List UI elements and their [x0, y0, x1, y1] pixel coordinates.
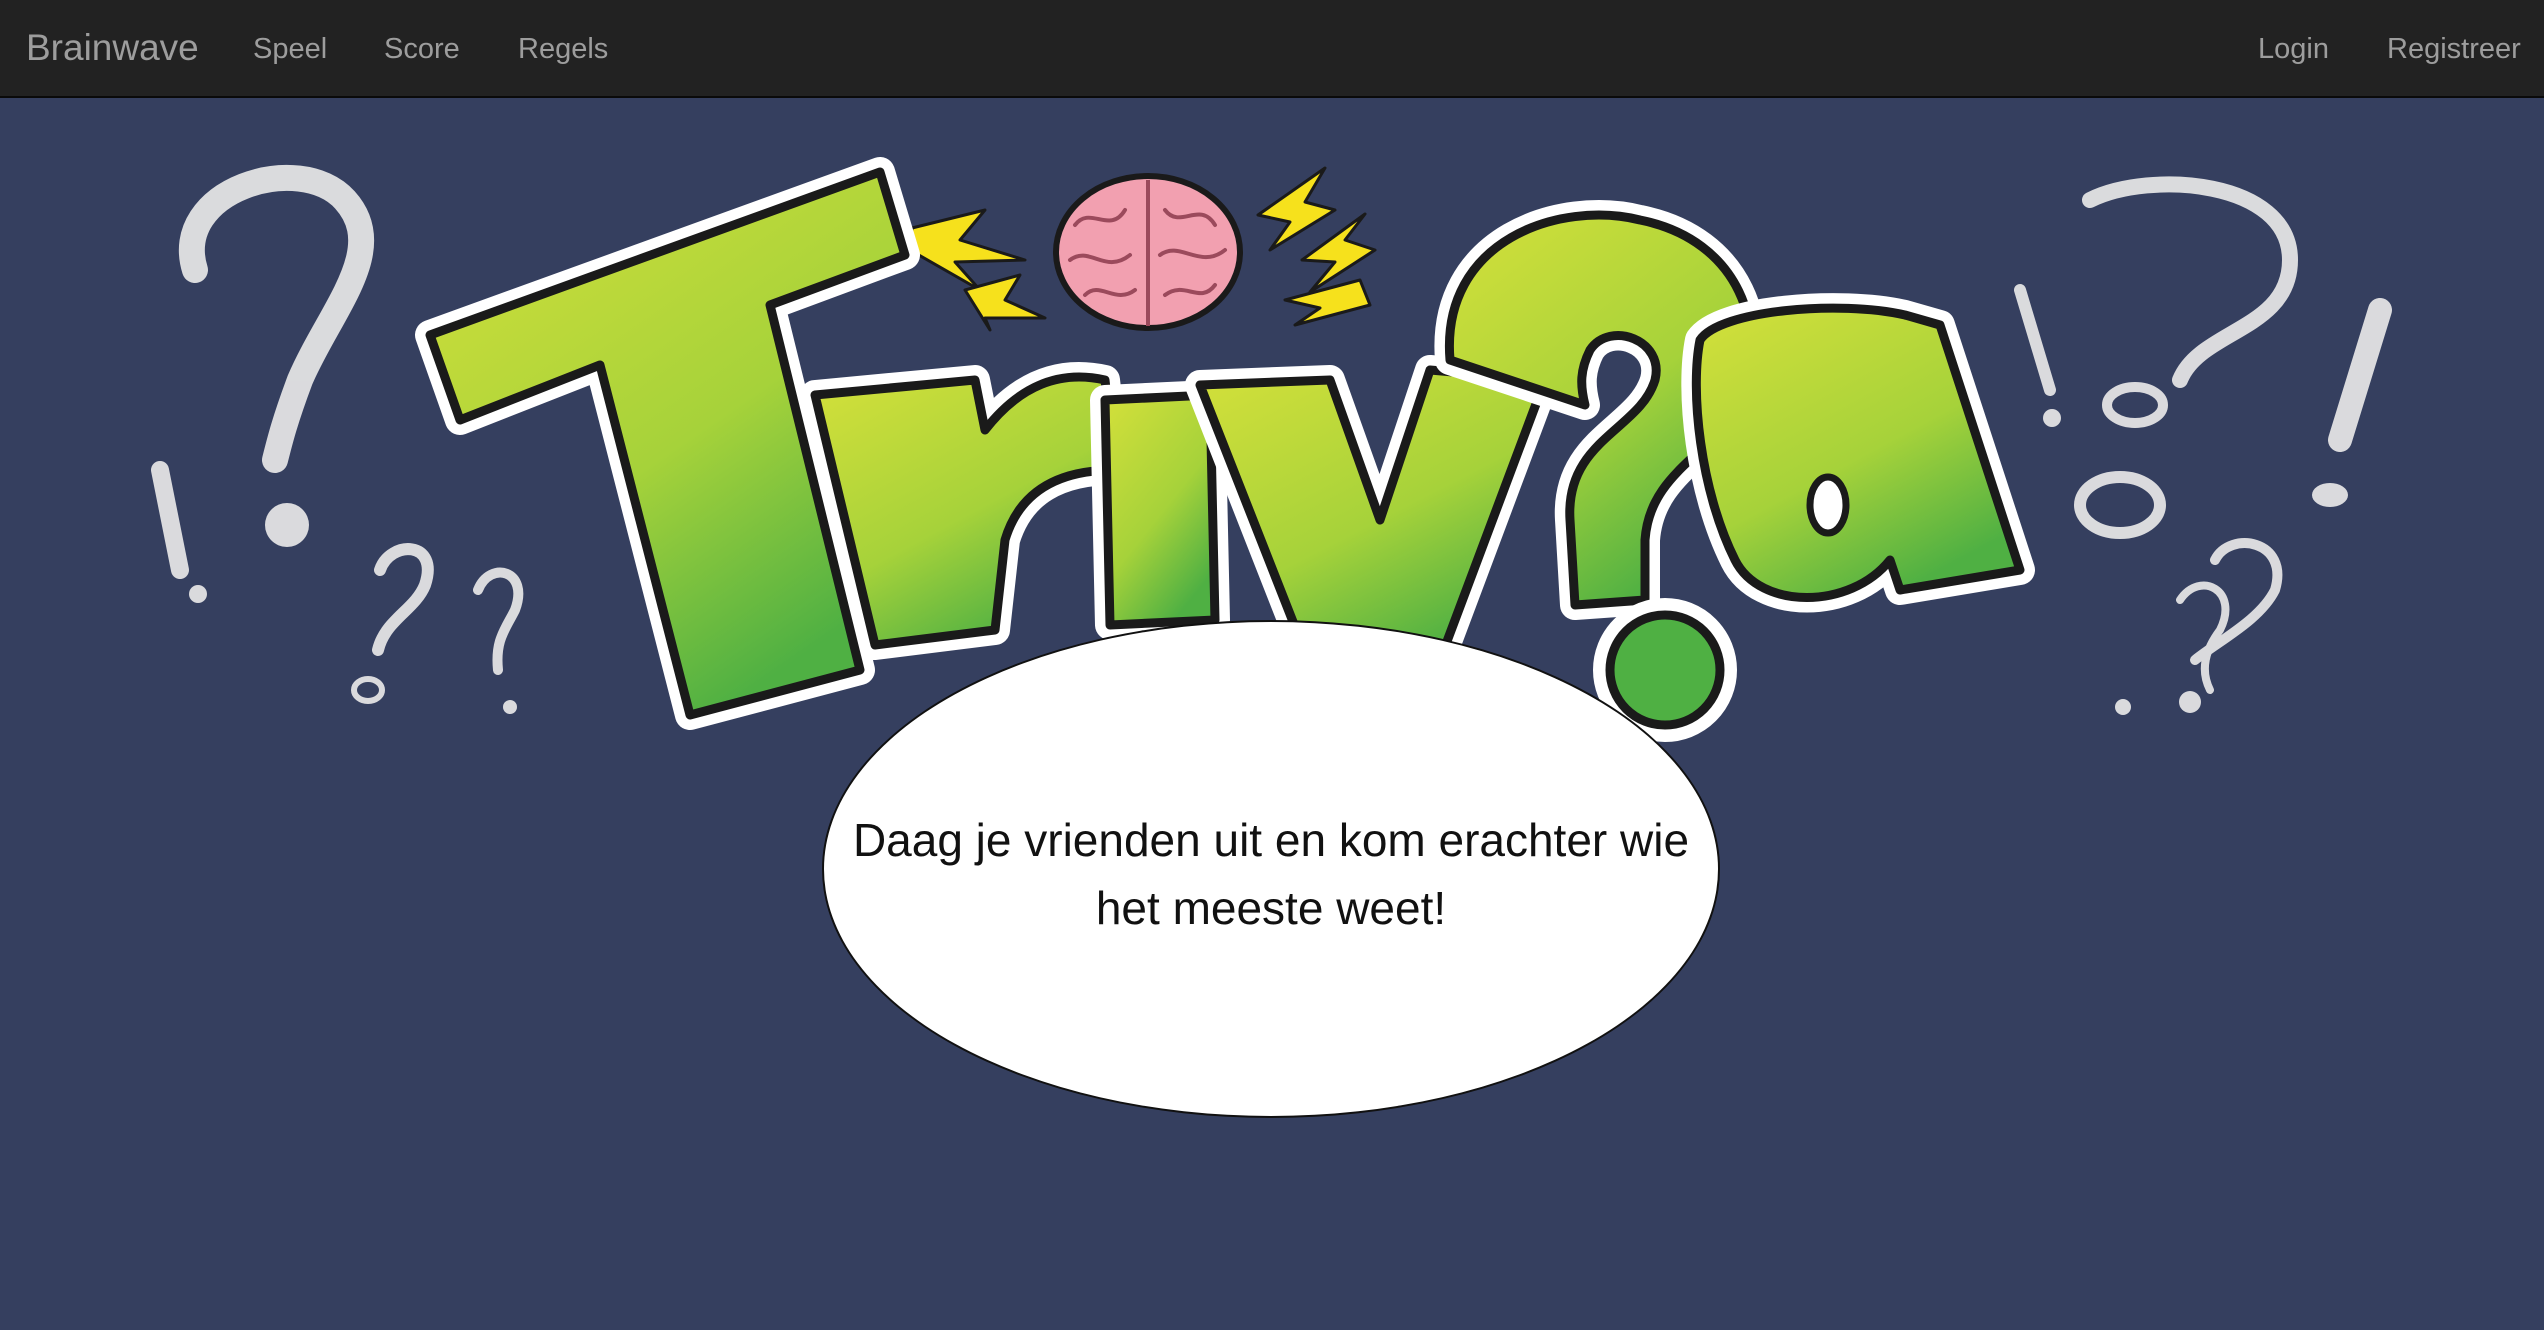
- hero-tagline: Daag je vrienden uit en kom erachter wie…: [852, 814, 1690, 934]
- chalk-doodles-left: [151, 164, 524, 714]
- chalk-doodles-right: [2014, 176, 2392, 715]
- brain-icon: [1053, 173, 1243, 331]
